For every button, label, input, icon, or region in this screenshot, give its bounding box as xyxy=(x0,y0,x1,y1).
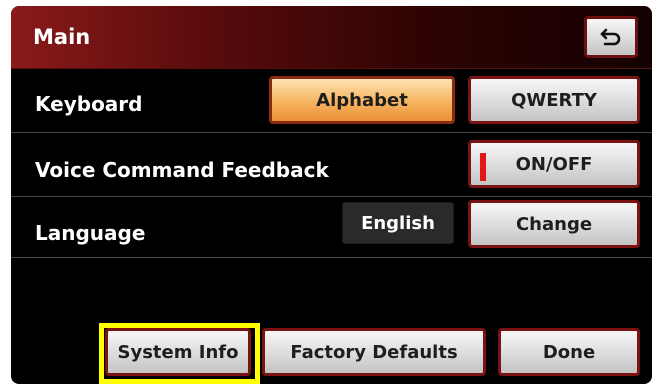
language-change-button[interactable]: Change xyxy=(468,200,640,248)
language-label: Language xyxy=(35,221,146,245)
factory-defaults-button[interactable]: Factory Defaults xyxy=(262,328,486,376)
voice-feedback-toggle[interactable]: ON/OFF xyxy=(468,140,640,188)
voice-feedback-label: Voice Command Feedback xyxy=(35,158,329,182)
row-divider xyxy=(11,132,652,133)
language-value: English xyxy=(342,202,454,244)
toggle-indicator xyxy=(480,153,486,181)
keyboard-alphabet-button[interactable]: Alphabet xyxy=(269,76,455,124)
return-arrow-icon xyxy=(600,28,621,46)
row-divider xyxy=(11,196,652,197)
settings-screen: Main Keyboard Alphabet QWERTY Voice Comm… xyxy=(11,6,652,384)
done-button[interactable]: Done xyxy=(498,328,640,376)
row-divider xyxy=(11,257,652,258)
toggle-label: ON/OFF xyxy=(515,153,593,175)
page-title: Main xyxy=(33,25,91,49)
keyboard-label: Keyboard xyxy=(35,92,143,116)
keyboard-qwerty-button[interactable]: QWERTY xyxy=(468,76,640,124)
title-bar: Main xyxy=(11,6,652,69)
system-info-button[interactable]: System Info xyxy=(105,328,251,376)
back-button[interactable] xyxy=(584,16,638,58)
